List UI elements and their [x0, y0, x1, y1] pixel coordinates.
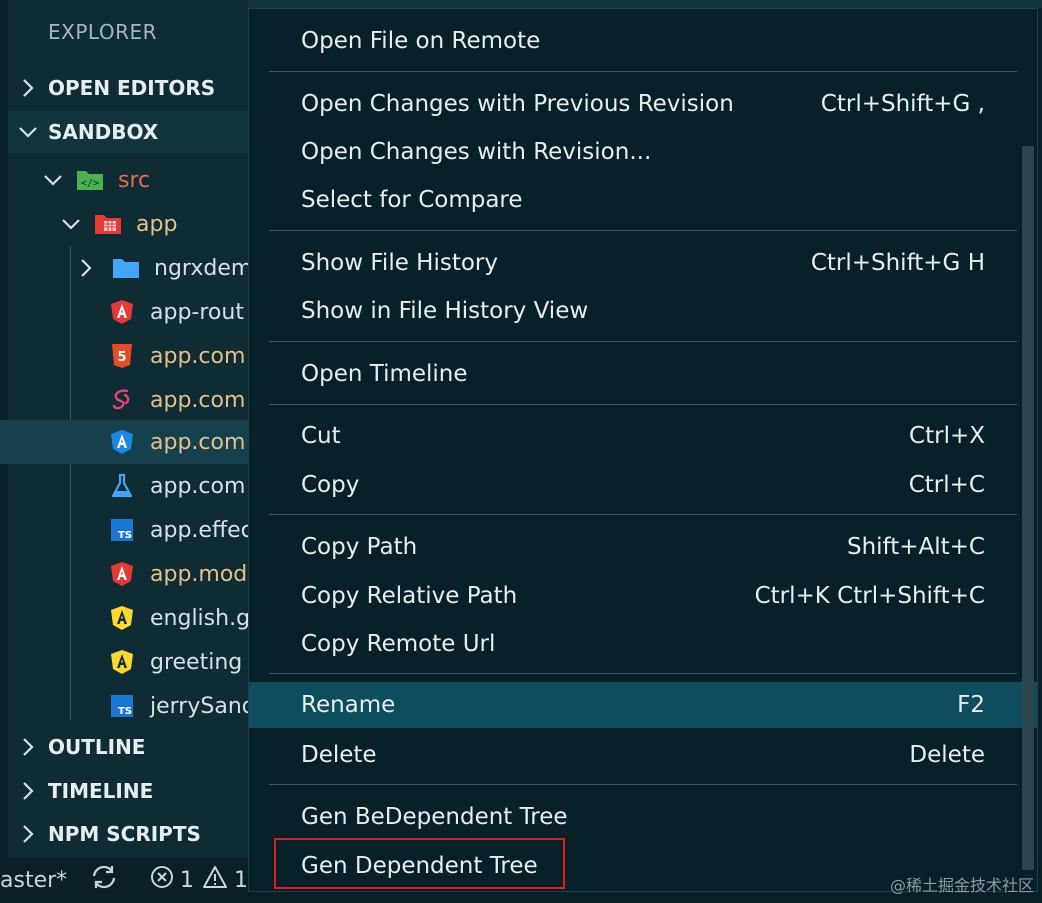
- section-label: OPEN EDITORS: [48, 76, 216, 100]
- menu-separator: [269, 404, 1017, 405]
- warning-icon: [202, 865, 228, 895]
- sync-button[interactable]: [90, 857, 118, 903]
- folder-app-icon: [94, 210, 122, 238]
- sass-icon: [108, 386, 136, 414]
- section-label: TIMELINE: [48, 779, 154, 803]
- tree-label: app.com: [150, 387, 246, 413]
- tree-file[interactable]: app.com: [8, 378, 248, 422]
- tree-file[interactable]: TS app.effec: [8, 508, 248, 552]
- chevron-down-icon: [42, 166, 64, 194]
- menu-item-open-timeline[interactable]: Open Timeline: [249, 350, 1037, 398]
- typescript-icon: TS: [108, 692, 136, 720]
- menu-item-copy-relative-path[interactable]: Copy Relative Path Ctrl+K Ctrl+Shift+C: [249, 572, 1037, 620]
- tree-label: app: [136, 211, 178, 237]
- warning-count: 1: [234, 867, 248, 893]
- angular-icon: [108, 560, 136, 588]
- tree-file[interactable]: app.com: [8, 464, 248, 508]
- watermark: @稀土掘金技术社区: [889, 876, 1034, 895]
- section-label: SANDBOX: [48, 120, 159, 144]
- menu-item-rename[interactable]: Rename F2: [249, 682, 1037, 728]
- html5-icon: 5: [108, 342, 136, 370]
- tree-label: app.effec: [150, 517, 248, 543]
- flask-icon: [108, 472, 136, 500]
- section-open-editors[interactable]: OPEN EDITORS: [8, 67, 248, 109]
- tree-label: app-rout: [150, 299, 244, 325]
- tree-label: app.com: [150, 343, 246, 369]
- tree-file[interactable]: english.g: [8, 596, 248, 640]
- menu-item-copy-remote-url[interactable]: Copy Remote Url: [249, 620, 1037, 668]
- section-label: OUTLINE: [48, 735, 146, 759]
- chevron-right-icon: [78, 254, 94, 282]
- branch-status[interactable]: aster*: [0, 857, 67, 903]
- menu-item-open-changes-revision[interactable]: Open Changes with Revision...: [249, 128, 1037, 176]
- chevron-down-icon: [60, 210, 82, 238]
- angular-yellow-icon: [108, 604, 136, 632]
- section-outline[interactable]: OUTLINE: [8, 726, 248, 768]
- tree-label: src: [118, 167, 151, 193]
- svg-text:5: 5: [117, 350, 126, 365]
- menu-item-show-file-history[interactable]: Show File History Ctrl+Shift+G H: [249, 239, 1037, 287]
- menu-separator: [269, 784, 1017, 785]
- tree-label: ngrxdem: [154, 255, 248, 281]
- tree-file[interactable]: app-rout: [8, 290, 248, 334]
- tree-file-selected[interactable]: app.com: [0, 420, 256, 464]
- angular-icon: [108, 298, 136, 326]
- annotation-highlight-box: [274, 838, 565, 889]
- menu-item-open-changes-previous[interactable]: Open Changes with Previous Revision Ctrl…: [249, 80, 1037, 128]
- menu-item-show-in-file-history-view[interactable]: Show in File History View: [249, 287, 1037, 335]
- tree-label: app.mod: [150, 561, 248, 587]
- angular-yellow-icon: [108, 648, 136, 676]
- section-sandbox[interactable]: SANDBOX: [8, 111, 248, 153]
- svg-text:TS: TS: [118, 530, 132, 541]
- tree-folder-app[interactable]: app: [8, 202, 248, 246]
- menu-item-delete[interactable]: Delete Delete: [249, 731, 1037, 779]
- chevron-right-icon: [8, 781, 48, 801]
- menu-separator: [269, 230, 1017, 231]
- explorer-title: EXPLORER: [48, 20, 157, 44]
- section-timeline[interactable]: TIMELINE: [8, 770, 248, 812]
- menu-scrollbar[interactable]: [1022, 146, 1034, 870]
- tree-label: greeting: [150, 649, 243, 675]
- tree-label: jerrySand: [150, 693, 248, 719]
- folder-src-icon: </>: [76, 166, 104, 194]
- menu-item-copy-path[interactable]: Copy Path Shift+Alt+C: [249, 523, 1037, 571]
- svg-text:TS: TS: [118, 706, 132, 717]
- tree-label: app.com: [150, 429, 246, 455]
- chevron-right-icon: [8, 737, 48, 757]
- tree-label: english.g: [150, 605, 248, 631]
- folder-icon: [112, 254, 140, 282]
- angular-component-icon: [108, 428, 136, 456]
- typescript-icon: TS: [108, 516, 136, 544]
- menu-separator: [269, 514, 1017, 515]
- tree-file[interactable]: TS jerrySand: [8, 684, 248, 728]
- menu-item-cut[interactable]: Cut Ctrl+X: [249, 412, 1037, 460]
- chevron-right-icon: [8, 78, 48, 98]
- editor-tab-strip: [248, 0, 1042, 8]
- tree-file[interactable]: app.mod: [8, 552, 248, 596]
- menu-separator: [269, 673, 1017, 674]
- error-icon: [150, 865, 174, 895]
- tree-folder-src[interactable]: </> src: [8, 158, 248, 202]
- menu-separator: [269, 341, 1017, 342]
- menu-item-select-for-compare[interactable]: Select for Compare: [249, 176, 1037, 224]
- menu-item-copy[interactable]: Copy Ctrl+C: [249, 461, 1037, 509]
- menu-separator: [269, 71, 1017, 72]
- error-count: 1: [180, 867, 194, 893]
- svg-text:</>: </>: [81, 178, 99, 189]
- context-menu: Open File on Remote Open Changes with Pr…: [248, 8, 1038, 892]
- section-npm-scripts[interactable]: NPM SCRIPTS: [8, 813, 248, 855]
- chevron-right-icon: [8, 824, 48, 844]
- tree-file[interactable]: 5 app.com: [8, 334, 248, 378]
- problems-status[interactable]: 1 1: [150, 857, 248, 903]
- branch-label: aster*: [0, 867, 68, 893]
- menu-item-open-file-on-remote[interactable]: Open File on Remote: [249, 17, 1037, 65]
- tree-label: app.com: [150, 473, 246, 499]
- menu-item-gen-bedependent-tree[interactable]: Gen BeDependent Tree: [249, 793, 1037, 841]
- sync-icon: [90, 864, 118, 896]
- tree-file[interactable]: greeting: [8, 640, 248, 684]
- explorer-sidebar: EXPLORER OPEN EDITORS SANDBOX </> src ap…: [0, 0, 256, 857]
- tree-folder-ngrxdemo[interactable]: ngrxdem: [8, 246, 248, 290]
- chevron-down-icon: [8, 125, 48, 139]
- section-label: NPM SCRIPTS: [48, 822, 201, 846]
